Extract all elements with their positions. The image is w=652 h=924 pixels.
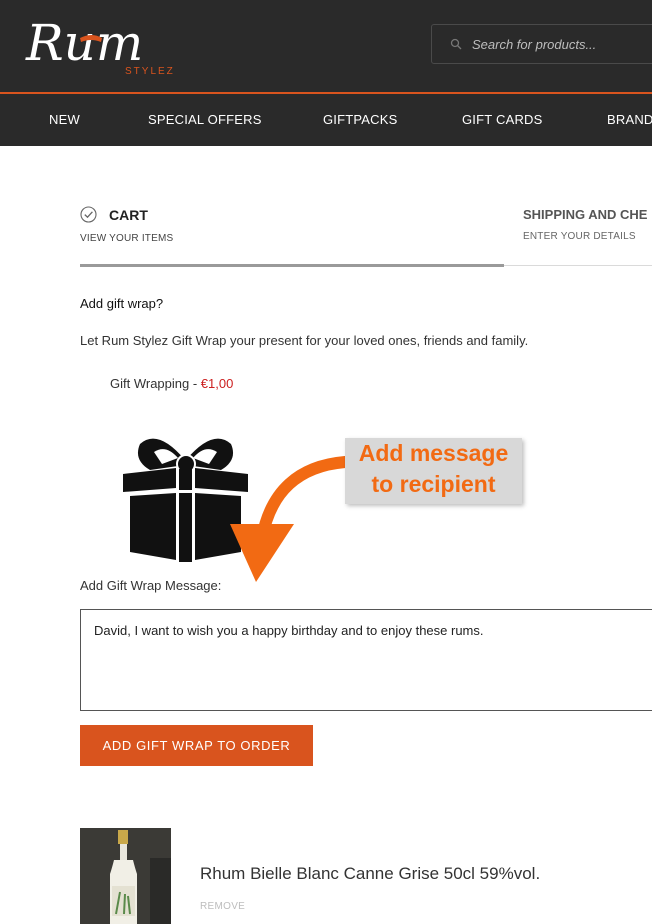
product-name[interactable]: Rhum Bielle Blanc Canne Grise 50cl 59%vo… [200,864,540,884]
annotation-callout: Add message to recipient [345,438,522,504]
gift-wrap-price: €1,00 [200,376,234,391]
nav-item-new[interactable]: NEW [49,112,80,127]
search-icon [450,38,462,50]
step-cart-subtitle: VIEW YOUR ITEMS [80,233,174,244]
gift-message-textarea[interactable]: David, I want to wish you a happy birthd… [80,609,652,711]
check-circle-icon [80,206,97,223]
site-header: Rum STYLEZ Search for products... [0,0,652,92]
remove-link[interactable]: REMOVE [200,901,245,912]
annotation-line-1: Add message [358,440,509,466]
step-shipping-title[interactable]: SHIPPING AND CHE [523,207,647,222]
gift-message-label: Add Gift Wrap Message: [80,578,222,593]
nav-item-special-offers[interactable]: SPECIAL OFFERS [148,112,262,127]
nav-item-brand[interactable]: BRAND [607,112,652,127]
gift-wrap-description: Let Rum Stylez Gift Wrap your present fo… [80,333,529,348]
gift-wrap-heading: Add gift wrap? [80,296,164,311]
gift-wrap-option[interactable]: Gift Wrapping - €1,00 [110,376,233,391]
step-progress-remaining [504,265,652,266]
step-shipping-subtitle: ENTER YOUR DETAILS [523,231,636,242]
nav-item-giftpacks[interactable]: GIFTPACKS [323,112,398,127]
rum-bottle-icon [80,828,171,924]
product-thumbnail[interactable] [80,828,171,924]
svg-text:STYLEZ: STYLEZ [125,66,175,77]
annotation-line-2: to recipient [371,471,496,497]
main-nav: NEW SPECIAL OFFERS GIFTPACKS GIFT CARDS … [0,94,652,146]
rum-stylez-logo[interactable]: Rum STYLEZ [22,8,192,78]
gift-wrap-option-label: Gift Wrapping - [110,376,201,391]
search-placeholder: Search for products... [472,37,597,52]
nav-item-gift-cards[interactable]: GIFT CARDS [462,112,543,127]
svg-text:Rum: Rum [25,14,143,72]
step-cart-title[interactable]: CART [109,207,148,223]
step-progress-active [80,264,504,267]
add-gift-wrap-button[interactable]: ADD GIFT WRAP TO ORDER [80,725,313,766]
